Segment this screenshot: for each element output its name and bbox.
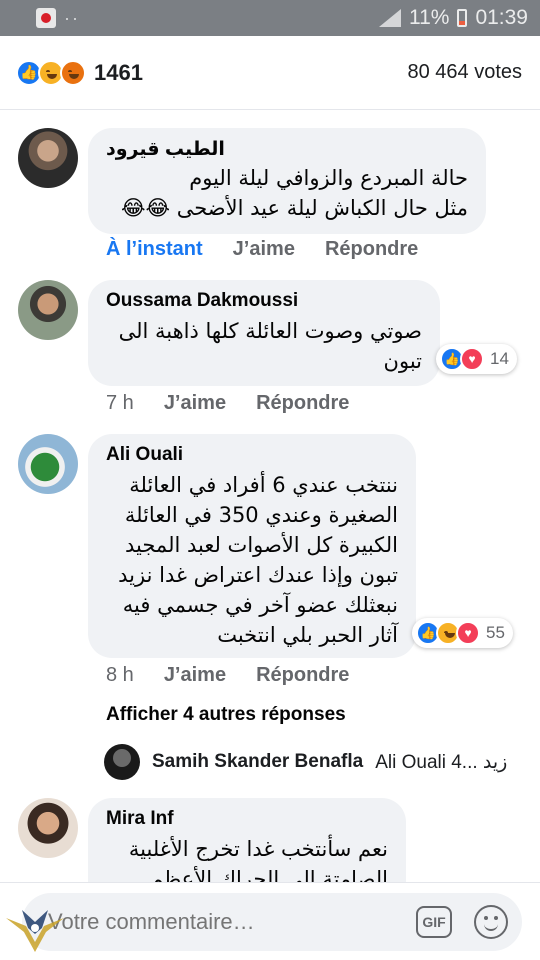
comment-bubble[interactable]: الطيب قيرود حالة المبردع والزوافي ليلة ا… [88,128,486,234]
reply-text: Ali Ouali 4... زيد [375,751,508,773]
comment-text-line: آثار الحبر بلي انتخبت [217,623,398,647]
comment-time: 7 h [106,392,134,414]
comment-bubble[interactable]: Oussama Dakmoussi صوتي وصوت العائلة كلها… [88,280,440,386]
comment-time: 8 h [106,664,134,686]
reply-button[interactable]: Répondre [325,238,418,261]
votes-count: 80 464 votes [407,61,522,83]
avatar[interactable] [104,744,140,780]
comment-text-line: نبعثلك عضو آخر في جسمي فيه [122,593,398,617]
comment-author[interactable]: Mira Inf [106,808,388,830]
angry-reaction-icon [60,59,86,86]
comment-author[interactable]: الطيب قيرود [106,138,468,161]
reaction-count: 55 [486,623,505,642]
comment-author[interactable]: Ali Ouali [106,444,398,466]
gif-button[interactable]: GIF [416,906,452,938]
battery-percent: 11% [408,6,450,29]
comment-text-line: الكبيرة كل الأصوات لعبد المجيد [125,533,398,557]
like-button[interactable]: J’aime [233,238,295,261]
comment-input[interactable] [48,909,416,935]
comment-composer: GIF [22,893,522,951]
love-reaction-icon: ♥ [456,621,480,645]
comment-reactions-badge[interactable]: 👍 ♥ 55 [412,618,513,648]
avatar[interactable] [18,798,78,858]
comment-text-line: مثل حال الكباش ليلة عيد الأضحى 😂😂 [121,196,468,220]
comment-actions: 8 h J’aime Répondre [106,664,349,687]
signal-icon [378,9,401,27]
notification-dots-icon: ·· [64,7,80,28]
love-reaction-icon: ♥ [460,347,484,371]
reply-button[interactable]: Répondre [256,392,349,415]
comment-reactions-badge[interactable]: 👍 ♥ 14 [436,344,517,374]
like-button[interactable]: J’aime [164,392,226,415]
avatar[interactable] [18,128,78,188]
forum-watermark-logo [6,910,64,952]
reply-author[interactable]: Samih Skander Benafla [152,751,363,773]
like-button[interactable]: J’aime [164,664,226,687]
comment-composer-bar: GIF [0,882,540,960]
status-bar: ·· 11% 01:39 [0,0,540,36]
comment-text-line: تبون [383,349,422,373]
battery-icon [457,9,468,27]
reactions-header[interactable]: 👍 1461 80 464 votes [0,36,540,110]
comment-actions: 7 h J’aime Répondre [106,392,349,415]
reply-button[interactable]: Répondre [256,664,349,687]
show-more-replies-link[interactable]: Afficher 4 autres réponses [106,704,346,726]
reply-preview[interactable]: Samih Skander Benafla Ali Ouali 4... زيد [104,744,507,780]
avatar[interactable] [18,434,78,494]
reaction-icons: 👍 [16,59,86,86]
comment-author[interactable]: Oussama Dakmoussi [106,290,422,312]
comment-text-line: تبون وإذا عندك اعتراض غدا نزيد [118,563,398,587]
comment-text-line: حالة المبردع والزوافي ليلة اليوم [189,166,468,190]
avatar[interactable] [18,280,78,340]
reaction-count[interactable]: 1461 [94,60,143,86]
comment-text-line: نعم سأنتخب غدا تخرج الأغلبية [128,837,388,861]
clock: 01:39 [475,6,528,29]
comment-time: À l’instant [106,238,203,260]
comment-text-line: صوتي وصوت العائلة كلها ذاهبة الى [118,319,422,343]
comment-text-line: ننتخب عندي 6 أفراد في العائلة [129,473,398,497]
comment-bubble[interactable]: Ali Ouali ننتخب عندي 6 أفراد في العائلة … [88,434,416,658]
app-notification-icon [36,8,56,28]
comment-actions: À l’instant J’aime Répondre [106,238,418,261]
reaction-count: 14 [490,349,509,368]
comment-text-line: الصغيرة وعندي 350 في العائلة [124,503,398,527]
emoji-icon[interactable] [474,905,508,939]
